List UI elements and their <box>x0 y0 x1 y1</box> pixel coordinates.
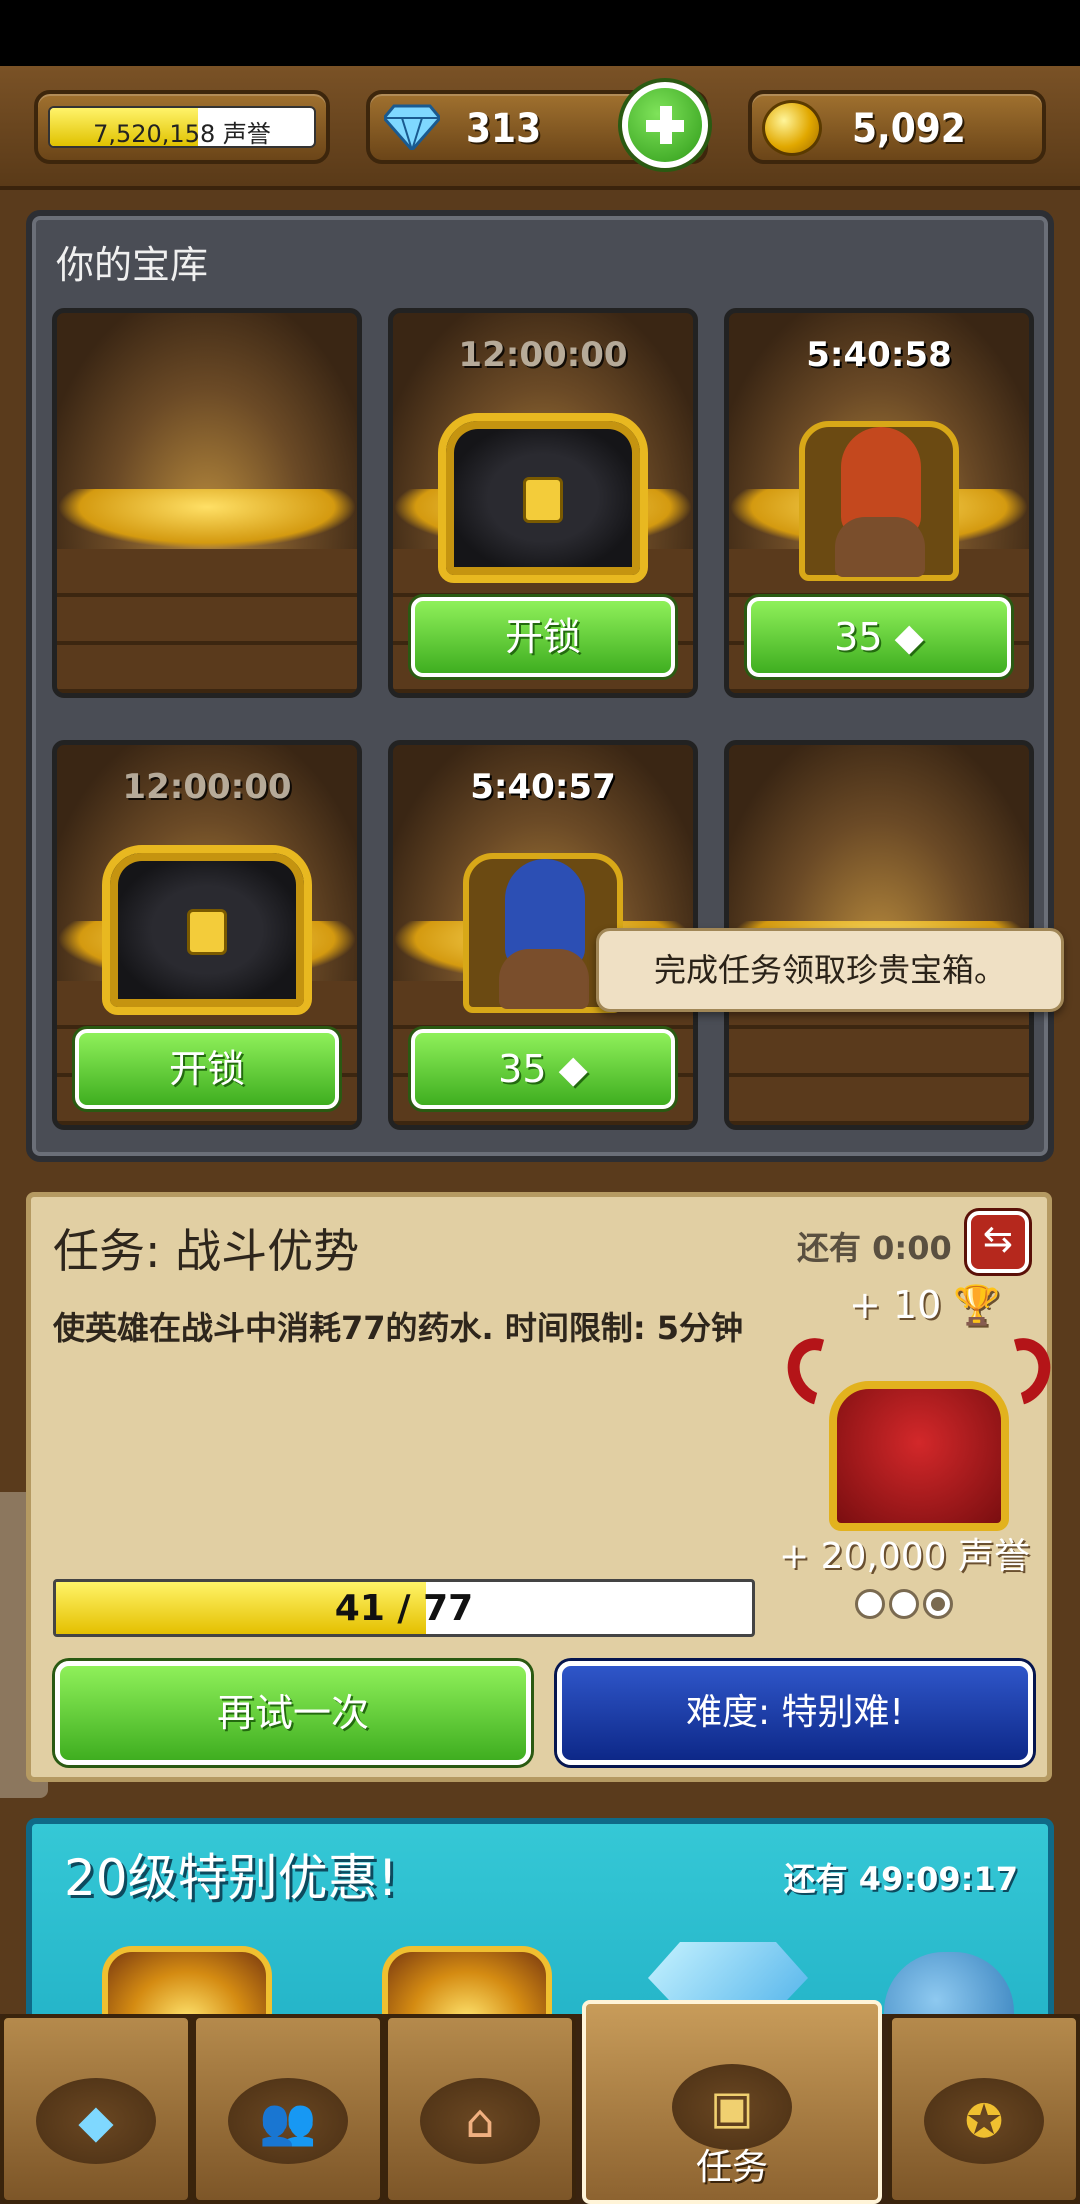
retry-button[interactable]: 再试一次 <box>55 1661 531 1765</box>
fame-label: 声誉 <box>222 120 271 148</box>
difficulty-dot <box>889 1589 919 1619</box>
unlock-button[interactable]: 开锁 <box>411 597 675 677</box>
trophy-reward-value: + 10 <box>849 1283 942 1327</box>
offer-title: 20级特别优惠! <box>64 1849 398 1907</box>
unlock-button[interactable]: 开锁 <box>75 1029 339 1109</box>
slot-timer: 5:40:58 <box>806 335 952 375</box>
quest-time-remaining: 还有 0:00 <box>797 1229 952 1267</box>
town-icon: ⌂ <box>465 2094 495 2148</box>
vault-tooltip: 完成任务领取珍贵宝箱。 <box>596 928 1064 1012</box>
goblin-chest-icon <box>799 421 959 581</box>
diamond-icon: ◆ <box>894 615 924 659</box>
nav-tab-shop[interactable]: ◆ <box>0 2014 192 2204</box>
quest-description: 使英雄在战斗中消耗77的药水. 时间限制: 5分钟 <box>53 1309 744 1347</box>
add-gems-button[interactable] <box>622 82 708 168</box>
swap-icon: ⇆ <box>982 1219 1014 1260</box>
offer-time-remaining: 还有 49:09:17 <box>783 1860 1018 1898</box>
difficulty-button[interactable]: 难度: 特别难! <box>557 1661 1033 1765</box>
red-chest-icon <box>775 1326 1063 1537</box>
swap-quest-button[interactable]: ⇆ <box>967 1211 1029 1273</box>
gold-count: 5,092 <box>852 106 966 152</box>
locked-chest-icon <box>438 413 648 583</box>
speedup-button[interactable]: 35 ◆ <box>747 597 1011 677</box>
coin-icon <box>762 100 822 156</box>
vault-slot-2[interactable]: 12:00:00 开锁 <box>388 308 698 698</box>
vault-panel: 你的宝库 12:00:00 开锁 5:40:58 35 ◆ 12:00:00 开… <box>26 210 1054 1162</box>
chest-icon: ▣ <box>710 2080 754 2134</box>
nav-tab-achievements[interactable]: ✪ <box>888 2014 1080 2204</box>
heroes-icon: 👥 <box>259 2094 317 2148</box>
keyhole-icon <box>523 477 563 523</box>
difficulty-dot <box>855 1589 885 1619</box>
gem-count: 313 <box>466 106 542 152</box>
diamond-icon: ◆ <box>558 1047 588 1091</box>
fame-reward: + 20,000 声誉 <box>779 1536 1031 1577</box>
keyhole-icon <box>187 909 227 955</box>
gold-counter[interactable]: 5,092 <box>748 90 1046 164</box>
locked-chest-icon <box>102 845 312 1015</box>
status-bar <box>0 0 1080 66</box>
fame-bar: 7,520,158 声誉 <box>48 106 316 148</box>
slot-timer: 5:40:57 <box>470 767 616 807</box>
difficulty-dot <box>923 1589 953 1619</box>
diamond-icon <box>384 104 440 150</box>
currency-bar: 7,520,158 声誉 313 5,092 <box>0 66 1080 190</box>
nav-tab-heroes[interactable]: 👥 <box>192 2014 384 2204</box>
nav-tab-quests[interactable]: ▣ 任务 <box>582 2000 882 2204</box>
nav-tab-label: 任务 <box>695 2147 768 2188</box>
vault-slot-3[interactable]: 5:40:58 35 ◆ <box>724 308 1034 698</box>
speedup-cost: 35 <box>498 1047 547 1091</box>
vault-slot-4[interactable]: 12:00:00 开锁 <box>52 740 362 1130</box>
quest-panel: 任务: 战斗优势 还有 0:00 ⇆ 使英雄在战斗中消耗77的药水. 时间限制:… <box>26 1192 1063 1782</box>
trophy-icon: 🏆 <box>953 1283 1001 1327</box>
speedup-button[interactable]: 35 ◆ <box>411 1029 675 1109</box>
slot-timer: 12:00:00 <box>122 767 292 807</box>
vault-title: 你的宝库 <box>56 243 209 287</box>
medal-icon: ✪ <box>964 2094 1004 2148</box>
quest-progress-text: 41 / 77 <box>334 1588 474 1629</box>
quest-progress-bar: 41 / 77 <box>53 1579 755 1637</box>
quest-title: 任务: 战斗优势 <box>53 1224 360 1278</box>
nav-tab-town[interactable]: ⌂ <box>384 2014 576 2204</box>
difficulty-dots <box>855 1589 957 1623</box>
trophy-reward: + 10 🏆 <box>849 1283 1001 1328</box>
bottom-navigation: ◆ 👥 ⌂ ▣ 任务 ✪ <box>0 2000 1080 2204</box>
fame-counter[interactable]: 7,520,158 声誉 <box>34 90 330 164</box>
vault-slot-1[interactable] <box>52 308 362 698</box>
slot-timer: 12:00:00 <box>458 335 628 375</box>
gems-icon: ◆ <box>78 2094 114 2148</box>
speedup-cost: 35 <box>834 615 883 659</box>
fame-value: 7,520,158 <box>93 120 216 148</box>
